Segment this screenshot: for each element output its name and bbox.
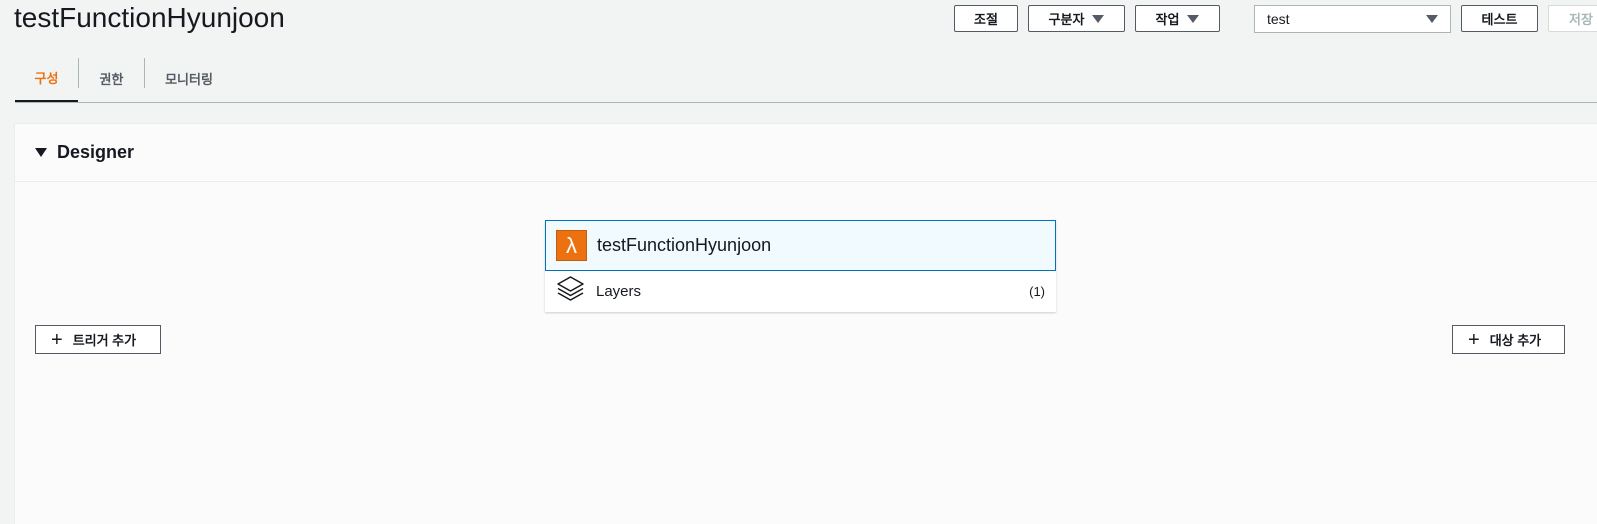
caret-down-icon: [1092, 14, 1105, 23]
add-destination-button[interactable]: + 대상 추가: [1452, 325, 1565, 354]
plus-icon: +: [51, 328, 63, 351]
function-node[interactable]: λ testFunctionHyunjoon: [545, 220, 1056, 271]
test-button[interactable]: 테스트: [1461, 5, 1538, 32]
add-trigger-label: 트리거 추가: [72, 333, 137, 348]
test-event-value: test: [1267, 11, 1290, 27]
tab-label: 모니터링: [165, 71, 213, 87]
designer-header[interactable]: Designer: [15, 124, 1597, 182]
test-label: 테스트: [1481, 12, 1518, 27]
function-card: λ testFunctionHyunjoon Layers (1): [545, 220, 1056, 312]
throttle-label: 조절: [974, 12, 998, 27]
add-destination-label: 대상 추가: [1489, 333, 1542, 348]
tab-label: 권한: [99, 71, 124, 87]
caret-down-icon: [1187, 14, 1200, 23]
collapse-triangle-icon[interactable]: [35, 148, 47, 157]
function-name: testFunctionHyunjoon: [597, 235, 772, 255]
tab-permissions[interactable]: 권한: [79, 55, 144, 101]
qualifier-label: 구분자: [1048, 12, 1085, 27]
lambda-icon: λ: [556, 230, 587, 261]
designer-title: Designer: [57, 142, 135, 162]
save-label: 저장: [1569, 12, 1593, 27]
designer-panel: Designer λ testFunctionHyunjoon Layers (…: [14, 123, 1597, 524]
add-trigger-button[interactable]: + 트리거 추가: [35, 325, 161, 354]
tab-bar: 구성 권한 모니터링: [15, 55, 1597, 103]
layers-node[interactable]: Layers (1): [545, 271, 1056, 312]
throttle-button[interactable]: 조절: [954, 5, 1018, 32]
tab-label: 구성: [34, 71, 59, 86]
qualifier-dropdown-button[interactable]: 구분자: [1028, 5, 1125, 32]
layers-icon: [555, 275, 586, 308]
layers-label: Layers: [596, 283, 642, 300]
tab-monitoring[interactable]: 모니터링: [145, 55, 233, 101]
save-button[interactable]: 저장: [1548, 5, 1597, 32]
tab-configuration[interactable]: 구성: [15, 55, 78, 102]
test-event-select[interactable]: test: [1254, 5, 1451, 33]
layers-count: (1): [1029, 284, 1045, 299]
plus-icon: +: [1468, 328, 1480, 351]
actions-label: 작업: [1155, 12, 1180, 27]
actions-dropdown-button[interactable]: 작업: [1135, 5, 1220, 32]
caret-down-icon: [1426, 15, 1438, 23]
page-title: testFunctionHyunjoon: [14, 2, 285, 33]
